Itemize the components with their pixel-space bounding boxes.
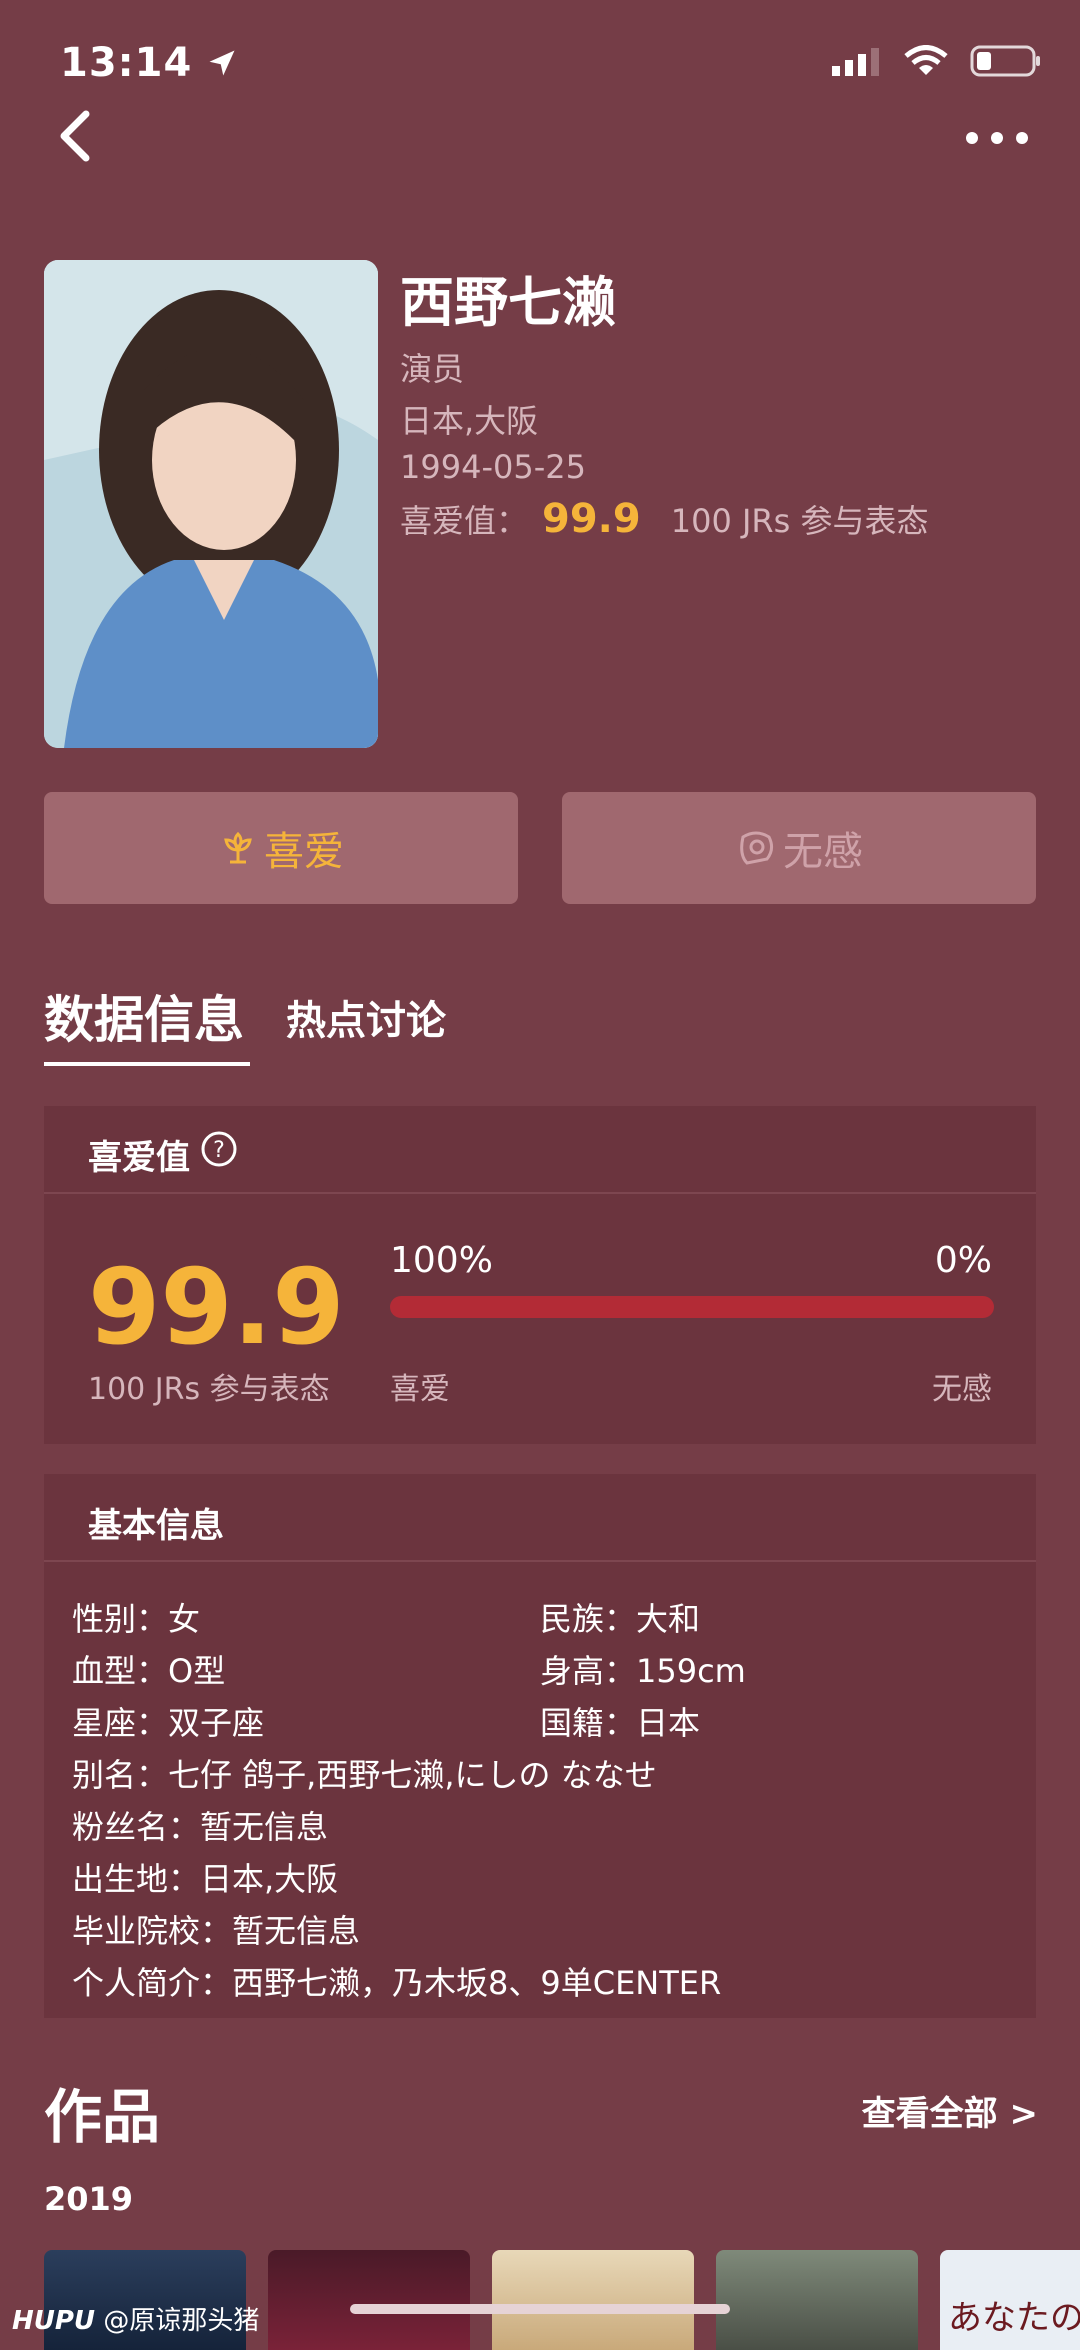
love-summary: 喜爱值： 99.9 100 JRs 参与表态 — [400, 496, 929, 542]
watermark-user: @原谅那头猪 — [103, 2306, 260, 2336]
meh-label: 无感 — [783, 829, 863, 875]
flower-icon — [224, 831, 252, 864]
like-ratio-fill — [390, 1296, 994, 1318]
works-year: 2019 — [44, 2180, 134, 2218]
work-thumbnail[interactable]: あなたの番 — [940, 2250, 1080, 2350]
view-all-link[interactable]: 查看全部 > — [862, 2086, 1038, 2135]
wifi-icon — [904, 45, 948, 75]
status-time: 13:14 — [60, 40, 237, 86]
battery-icon — [970, 45, 1040, 77]
location-arrow-icon — [209, 50, 235, 76]
works-section-title: 作品 — [44, 2083, 161, 2151]
like-ratio-bar — [390, 1296, 994, 1318]
like-percentage: 100% — [390, 1240, 493, 1281]
work-thumbnail[interactable] — [492, 2250, 694, 2350]
watermark-brand: HUPU — [12, 2306, 96, 2336]
info-blood: 血型：O型 — [72, 1652, 226, 1690]
love-value-card: 喜爱值 ? 99.9 100 JRs 参与表态 100% 0% 喜爱 无感 — [44, 1106, 1036, 1444]
participants-count: 100 JRs 参与表态 — [670, 502, 929, 540]
card-title: 喜爱值 — [88, 1138, 190, 1178]
info-zodiac: 星座：双子座 — [72, 1704, 265, 1742]
help-icon[interactable]: ? — [200, 1130, 238, 1168]
meh-face-icon — [740, 831, 774, 865]
home-indicator — [350, 2304, 730, 2314]
work-thumbnail[interactable] — [268, 2250, 470, 2350]
work-thumbnail-title: あなたの番 — [948, 2298, 1080, 2338]
like-label: 喜爱 — [264, 829, 344, 875]
like-button[interactable]: 喜爱 — [44, 792, 518, 904]
card-header: 喜爱值 ? — [44, 1106, 1036, 1194]
meh-button[interactable]: 无感 — [562, 792, 1036, 904]
more-dots-icon — [966, 132, 1028, 144]
card-header: 基本信息 — [44, 1474, 1036, 1562]
person-birthday: 1994-05-25 — [400, 448, 586, 486]
info-height: 身高：159cm — [540, 1652, 746, 1690]
info-birthplace: 出生地：日本,大阪 — [72, 1860, 339, 1898]
status-indicators — [832, 44, 1042, 78]
active-tab-indicator — [44, 1062, 250, 1066]
love-score: 99.9 — [542, 496, 641, 542]
love-score-large: 99.9 — [88, 1246, 345, 1368]
love-label: 喜爱值： — [400, 502, 529, 540]
more-button[interactable] — [962, 120, 1032, 156]
person-role: 演员 — [400, 350, 465, 388]
info-fan-name: 粉丝名：暂无信息 — [72, 1808, 329, 1846]
watermark: HUPU @原谅那头猪 — [12, 2300, 259, 2337]
info-school: 毕业院校：暂无信息 — [72, 1912, 361, 1950]
participants-count: 100 JRs 参与表态 — [88, 1372, 330, 1407]
tab-data-info[interactable]: 数据信息 — [44, 980, 244, 1052]
meh-percentage: 0% — [934, 1240, 992, 1281]
person-origin: 日本,大阪 — [400, 402, 539, 440]
svg-text:?: ? — [213, 1138, 225, 1163]
work-thumbnail[interactable] — [716, 2250, 918, 2350]
signal-icon — [832, 48, 879, 76]
like-caption: 喜爱 — [390, 1372, 450, 1407]
chevron-left-icon — [60, 110, 90, 162]
info-gender: 性别：女 — [72, 1600, 201, 1638]
back-button[interactable] — [52, 108, 112, 168]
basic-info-card: 基本信息 性别：女 民族：大和 血型：O型 身高：159cm 星座：双子座 国籍… — [44, 1474, 1036, 2018]
portrait-image — [44, 260, 378, 748]
person-name: 西野七濑 — [400, 271, 616, 334]
card-title: 基本信息 — [88, 1506, 224, 1546]
profile-photo — [44, 260, 378, 748]
info-ethnicity: 民族：大和 — [540, 1600, 701, 1638]
tab-hot-discussion[interactable]: 热点讨论 — [286, 988, 446, 1046]
info-intro: 个人简介：西野七濑，乃木坂8、9单CENTER — [72, 1964, 722, 2002]
meh-caption: 无感 — [932, 1372, 992, 1407]
status-time-text: 13:14 — [60, 40, 193, 86]
info-nationality: 国籍：日本 — [540, 1704, 701, 1742]
info-alias: 别名：七仔 鸽子,西野七濑,にしの ななせ — [72, 1756, 657, 1794]
